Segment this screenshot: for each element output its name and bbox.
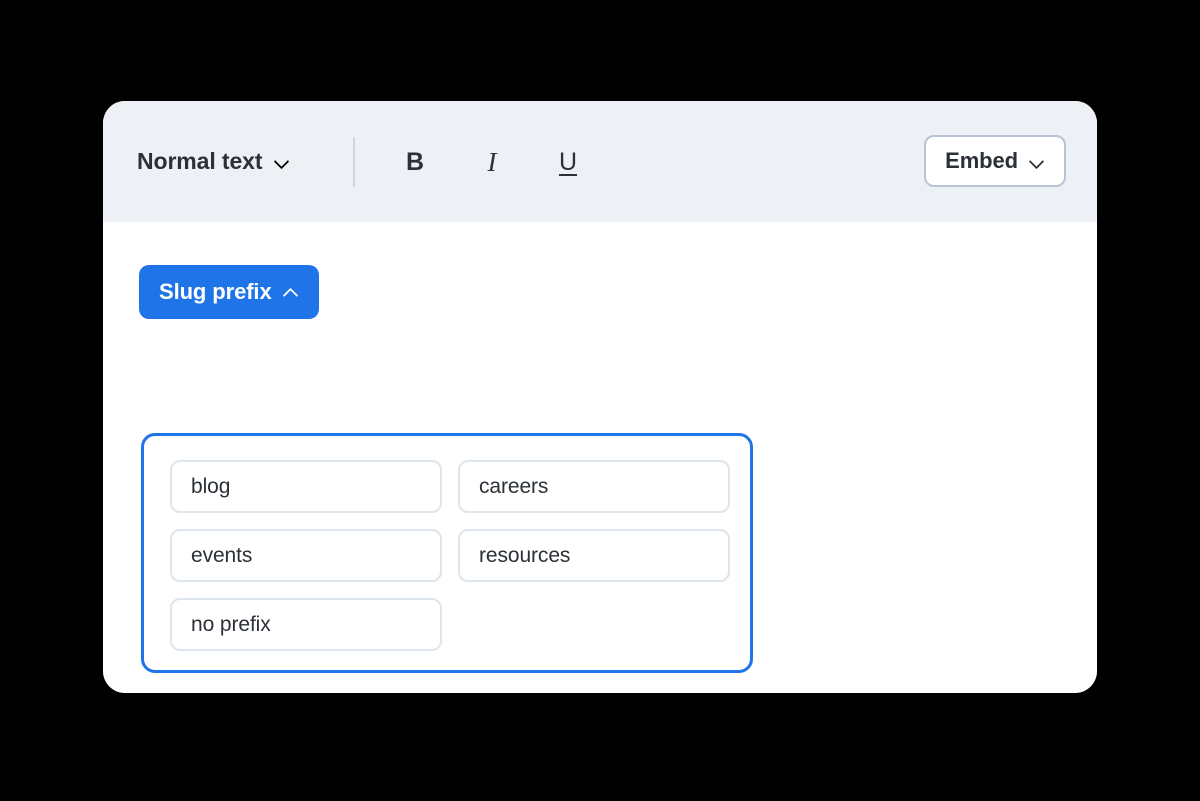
editor-card: Normal text B I U Embed Slug prefix blog… — [103, 101, 1097, 693]
bold-icon: B — [405, 147, 425, 176]
toolbar-divider — [353, 137, 355, 187]
prefix-option-label: blog — [191, 475, 231, 498]
editor-body: Slug prefix blog careers events resource… — [103, 222, 1097, 693]
prefix-option-careers[interactable]: careers — [458, 460, 730, 513]
prefix-option-label: resources — [479, 544, 571, 567]
prefix-option-label: careers — [479, 475, 549, 498]
editor-toolbar: Normal text B I U Embed — [103, 101, 1097, 222]
italic-button[interactable]: I — [472, 141, 512, 183]
text-style-dropdown[interactable]: Normal text — [137, 139, 290, 183]
prefix-option-blog[interactable]: blog — [170, 460, 442, 513]
chevron-down-icon — [275, 154, 290, 169]
chevron-down-icon — [1030, 154, 1045, 169]
underline-button[interactable]: U — [548, 141, 588, 183]
slug-prefix-panel: blog careers events resources no prefix — [141, 433, 753, 673]
embed-button[interactable]: Embed — [924, 135, 1066, 187]
underline-icon: U — [558, 147, 578, 176]
prefix-option-events[interactable]: events — [170, 529, 442, 582]
embed-button-label: Embed — [945, 148, 1018, 173]
prefix-option-label: no prefix — [191, 613, 271, 636]
prefix-option-resources[interactable]: resources — [458, 529, 730, 582]
italic-icon: I — [487, 146, 497, 177]
slug-prefix-options-grid: blog careers events resources no prefix — [170, 460, 730, 651]
prefix-option-label: events — [191, 544, 253, 567]
text-style-label: Normal text — [137, 147, 263, 174]
page-background: Normal text B I U Embed Slug prefix blog… — [0, 0, 1200, 801]
slug-prefix-button[interactable]: Slug prefix — [139, 265, 319, 319]
slug-prefix-label: Slug prefix — [159, 279, 272, 304]
chevron-up-icon — [284, 285, 299, 300]
prefix-option-no-prefix[interactable]: no prefix — [170, 598, 442, 651]
bold-button[interactable]: B — [395, 141, 435, 183]
